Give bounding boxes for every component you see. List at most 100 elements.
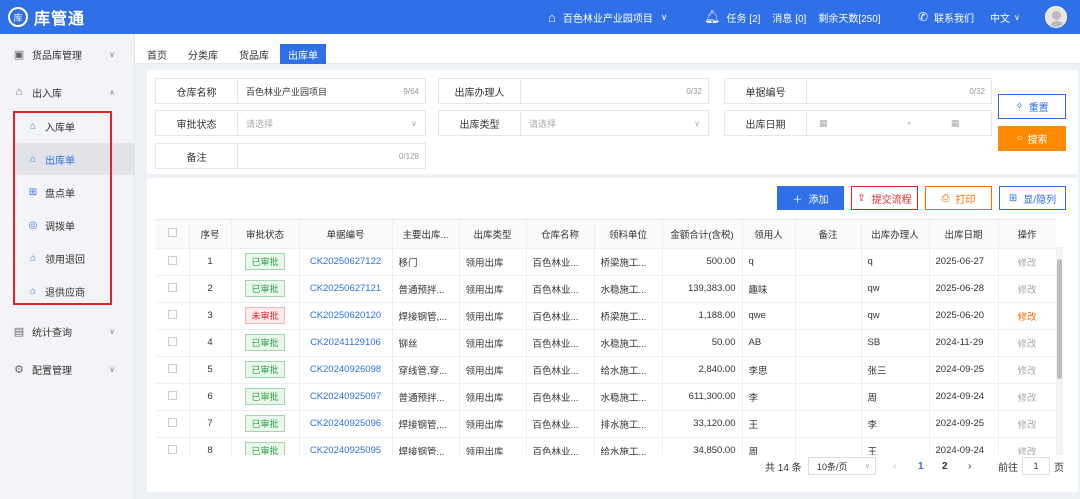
next-page-button[interactable]: › [968, 456, 971, 476]
calendar-icon[interactable]: ▦ [951, 118, 960, 129]
calendar-icon[interactable]: ▦ [819, 118, 828, 129]
table-row[interactable]: 2 已审批 CK20250627121 普通预拌... 领用出库 百色林业... 水稳施工.… [156, 275, 1056, 303]
action-cell[interactable]: 修改 [998, 329, 1056, 357]
approval-status-select[interactable]: 审批状态 请选择 ∨ [155, 110, 426, 136]
checkbox[interactable] [167, 227, 177, 237]
app-logo[interactable]: 库 库管通 [8, 5, 138, 29]
remark-field[interactable]: 备注 0/128 [155, 143, 426, 169]
checkbox[interactable] [167, 309, 177, 319]
doc-number-cell[interactable]: CK20240925096 [299, 410, 393, 438]
action-cell[interactable]: 修改 [998, 275, 1056, 303]
table-row[interactable]: 1 已审批 CK20250627122 移门 领用出库 百色林业... 桥梁施工... 500… [156, 248, 1056, 276]
doc-number-link[interactable]: CK20240926098 [310, 364, 381, 375]
sidebar-group-goods[interactable]: ▣ 货品库管理 ∨ [0, 36, 135, 72]
tab-home[interactable]: 首页 [139, 44, 175, 64]
action-cell[interactable]: 修改 [998, 410, 1056, 438]
doc-no-field[interactable]: 单据编号 0/32 [724, 78, 992, 104]
table-row[interactable]: 3 未审批 CK20250620120 焊接钢管,... 领用出库 百色林业... 桥梁施工… [156, 302, 1056, 330]
row-select-cell[interactable] [156, 275, 190, 303]
vertical-scrollbar[interactable] [1056, 247, 1063, 455]
sidebar-group-stats[interactable]: ▤ 统计查询 ∨ [0, 313, 135, 349]
doc-number-link[interactable]: CK20250627121 [310, 283, 381, 294]
messages-link[interactable]: 消息 [0] [772, 10, 806, 25]
search-button[interactable]: ○ 搜索 [998, 126, 1066, 151]
doc-number-cell[interactable]: CK20250627121 [299, 275, 393, 303]
row-select-cell[interactable] [156, 383, 190, 411]
edit-link[interactable]: 修改 [1017, 339, 1036, 350]
table-row[interactable]: 7 已审批 CK20240925096 焊接钢管,... 领用出库 百色林业... 排水施工… [156, 410, 1056, 438]
prev-page-button[interactable]: ‹ [893, 456, 896, 476]
edit-link[interactable]: 修改 [1017, 393, 1036, 404]
tab-goods[interactable]: 货品库 [231, 44, 277, 64]
add-button[interactable]: ＋ 添加 [777, 186, 844, 210]
bell-icon[interactable]: 🔔︎ [704, 9, 721, 25]
checkbox[interactable] [167, 444, 177, 454]
doc-number-cell[interactable]: CK20240926098 [299, 356, 393, 384]
checkbox[interactable] [167, 390, 177, 400]
row-select-cell[interactable] [156, 356, 190, 384]
select-all-cell[interactable] [156, 220, 190, 249]
doc-number-link[interactable]: CK20240925096 [310, 418, 381, 429]
doc-number-cell[interactable]: CK20250620120 [299, 302, 393, 330]
doc-number-cell[interactable]: CK20250627122 [299, 248, 393, 276]
doc-number-link[interactable]: CK20250620120 [310, 310, 381, 321]
edit-link[interactable]: 修改 [1017, 258, 1036, 269]
row-select-cell[interactable] [156, 437, 190, 455]
doc-number-link[interactable]: CK20240925097 [310, 391, 381, 402]
table-row[interactable]: 4 已审批 CK20241129106 铆丝 领用出库 百色林业... 水稳施工... 50.… [156, 329, 1056, 357]
reset-button[interactable]: ✧ 重置 [998, 94, 1066, 119]
warehouse-input[interactable]: 百色林业产业园项目 [238, 85, 403, 98]
print-button[interactable]: ⎙ 打印 [925, 186, 992, 210]
action-cell[interactable]: 修改 [998, 248, 1056, 276]
checkbox[interactable] [167, 255, 177, 265]
out-date-range[interactable]: 出库日期 ▦ - ▦ [724, 110, 992, 136]
doc-number-cell[interactable]: CK20241129106 [299, 329, 393, 357]
project-selector[interactable]: ⌂ 百色林业产业园项目 ∨ [548, 0, 667, 34]
scrollbar-thumb[interactable] [1057, 259, 1062, 379]
sidebar-group-config[interactable]: ⚙ 配置管理 ∨ [0, 351, 135, 387]
warehouse-cell: 百色林业... [526, 329, 595, 357]
sidebar-group-inout[interactable]: ⌂ 出入库 ∧ [0, 74, 135, 110]
table-row[interactable]: 5 已审批 CK20240926098 穿线管,穿... 领用出库 百色林业... 给水施工… [156, 356, 1056, 384]
doc-number-cell[interactable]: CK20240925097 [299, 383, 393, 411]
checkbox[interactable] [167, 336, 177, 346]
doc-number-cell[interactable]: CK20240925095 [299, 437, 393, 455]
avatar[interactable] [1045, 6, 1067, 28]
row-select-cell[interactable] [156, 410, 190, 438]
row-select-cell[interactable] [156, 248, 190, 276]
language-selector[interactable]: 中文 ∨ [990, 0, 1020, 34]
warehouse-field[interactable]: 仓库名称 百色林业产业园项目 9/64 [155, 78, 426, 104]
edit-link[interactable]: 修改 [1017, 312, 1036, 323]
out-type-select[interactable]: 出库类型 请选择 ∨ [438, 110, 709, 136]
checkbox[interactable] [167, 417, 177, 427]
goto-page-input[interactable]: 1 [1022, 457, 1050, 475]
row-select-cell[interactable] [156, 329, 190, 357]
checkbox[interactable] [167, 363, 177, 373]
action-cell[interactable]: 修改 [998, 383, 1056, 411]
edit-link[interactable]: 修改 [1017, 447, 1036, 456]
doc-number-link[interactable]: CK20250627122 [310, 256, 381, 267]
page-size-select[interactable]: 10条/页 ∨ [808, 457, 876, 475]
handler-field[interactable]: 出库办理人 0/32 [438, 78, 709, 104]
action-cell[interactable]: 修改 [998, 302, 1056, 330]
table-row[interactable]: 6 已审批 CK20240925097 普通预拌... 领用出库 百色林业... 水稳施工.… [156, 383, 1056, 411]
row-select-cell[interactable] [156, 302, 190, 330]
tasks-link[interactable]: 任务 [2] [727, 10, 761, 25]
toggle-columns-button[interactable]: ⊞ 显/隐列 [999, 186, 1066, 210]
contact-link[interactable]: ✆ 联系我们 [918, 0, 974, 34]
edit-link[interactable]: 修改 [1017, 285, 1036, 296]
approval-status-cell: 已审批 [231, 329, 300, 357]
table-row[interactable]: 8 已审批 CK20240925095 焊接钢管... 领用出库 百色林业... 给水施工.… [156, 437, 1056, 455]
edit-link[interactable]: 修改 [1017, 366, 1036, 377]
action-cell[interactable]: 修改 [998, 356, 1056, 384]
checkbox[interactable] [167, 282, 177, 292]
doc-number-link[interactable]: CK20241129106 [310, 337, 381, 348]
tab-category[interactable]: 分类库 [180, 44, 226, 64]
action-cell[interactable]: 修改 [998, 437, 1056, 455]
doc-number-link[interactable]: CK20240925095 [310, 445, 381, 455]
page-1-button[interactable]: 1 [918, 456, 924, 476]
tab-outbound[interactable]: 出库单 [280, 44, 326, 64]
edit-link[interactable]: 修改 [1017, 420, 1036, 431]
page-2-button[interactable]: 2 [942, 456, 948, 476]
submit-flow-button[interactable]: ⇪ 提交流程 [851, 186, 918, 210]
